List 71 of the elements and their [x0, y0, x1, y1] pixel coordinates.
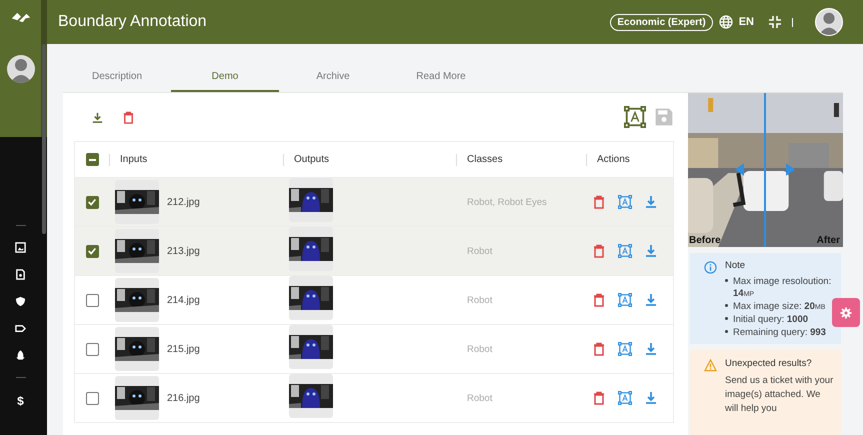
row-checkbox[interactable]: [86, 392, 98, 404]
trash-icon[interactable]: [122, 110, 135, 124]
trash-icon[interactable]: [592, 244, 606, 258]
row-checkbox[interactable]: [86, 294, 98, 306]
settings-button[interactable]: [832, 298, 860, 327]
download-icon[interactable]: [91, 110, 104, 124]
user-avatar[interactable]: [815, 8, 843, 36]
bullet-icon: [725, 316, 728, 320]
bullet-icon: [725, 279, 728, 282]
tag-icon[interactable]: [15, 323, 26, 334]
select-all-checkbox[interactable]: [86, 153, 98, 166]
trash-icon[interactable]: [592, 391, 606, 405]
globe-icon[interactable]: [718, 15, 733, 29]
row-checkbox[interactable]: [86, 244, 98, 258]
file-name: 215.jpg: [167, 344, 200, 354]
warning-icon: [704, 359, 717, 372]
right-arrow-icon[interactable]: [786, 163, 795, 176]
collapse-icon[interactable]: [768, 15, 782, 29]
trash-icon[interactable]: [592, 195, 606, 209]
class-list: Robot: [467, 294, 492, 306]
annotate-icon[interactable]: [624, 106, 646, 128]
trash-icon[interactable]: [592, 342, 606, 356]
user-avatar[interactable]: [6, 55, 34, 83]
column-header: Classes: [467, 154, 503, 165]
pricing-icon[interactable]: $: [17, 394, 24, 408]
trash-icon[interactable]: [592, 293, 606, 307]
annotate-icon[interactable]: [618, 244, 632, 258]
download-icon[interactable]: [644, 244, 658, 258]
download-icon[interactable]: [644, 391, 658, 405]
file-name: 216.jpg: [167, 392, 200, 404]
download-icon[interactable]: [644, 293, 658, 307]
info-icon: [704, 261, 717, 274]
plan-badge[interactable]: Economic (Expert): [610, 14, 713, 30]
note-title: Note: [725, 260, 746, 271]
tab[interactable]: Read More: [387, 62, 495, 92]
left-arrow-icon[interactable]: [735, 163, 744, 176]
class-list: Robot: [467, 344, 492, 354]
file-name: 212.jpg: [167, 196, 200, 208]
language-label[interactable]: EN: [738, 16, 754, 28]
column-header: Outputs: [294, 154, 330, 165]
warning-title: Unexpected results?: [725, 358, 813, 370]
before-label: Before: [689, 235, 721, 246]
class-list: Robot: [467, 246, 492, 256]
note-item: Initial query: 1000: [733, 314, 808, 326]
annotate-icon[interactable]: [618, 195, 632, 209]
column-header: Inputs: [120, 154, 148, 165]
warning-text: Send us a ticket with your image(s) attached. We will help you: [725, 374, 834, 416]
file-name: 214.jpg: [167, 294, 200, 306]
note-item: Remaining query: 993: [733, 326, 826, 338]
download-icon[interactable]: [644, 342, 658, 356]
annotate-icon[interactable]: [618, 391, 632, 405]
file-name: 213.jpg: [167, 246, 200, 256]
tab[interactable]: Description: [63, 62, 171, 92]
row-checkbox[interactable]: [86, 196, 98, 208]
gear-icon: [840, 306, 852, 318]
annotate-icon[interactable]: [618, 293, 632, 307]
class-list: Robot, Robot Eyes: [467, 196, 547, 208]
bullet-icon: [725, 304, 728, 307]
row-checkbox[interactable]: [86, 342, 98, 356]
download-icon[interactable]: [644, 195, 658, 209]
column-header: Actions: [597, 154, 630, 165]
image-icon[interactable]: [15, 242, 26, 253]
after-label: After: [816, 235, 840, 246]
logo-icon[interactable]: [10, 10, 32, 25]
class-list: Robot: [467, 392, 492, 404]
document-icon[interactable]: [15, 269, 26, 280]
annotate-icon[interactable]: [618, 342, 632, 356]
bullet-icon: [725, 330, 728, 332]
tab[interactable]: Archive: [279, 62, 387, 92]
page-title: Boundary Annotation: [58, 13, 208, 31]
shield-icon[interactable]: [15, 296, 26, 307]
